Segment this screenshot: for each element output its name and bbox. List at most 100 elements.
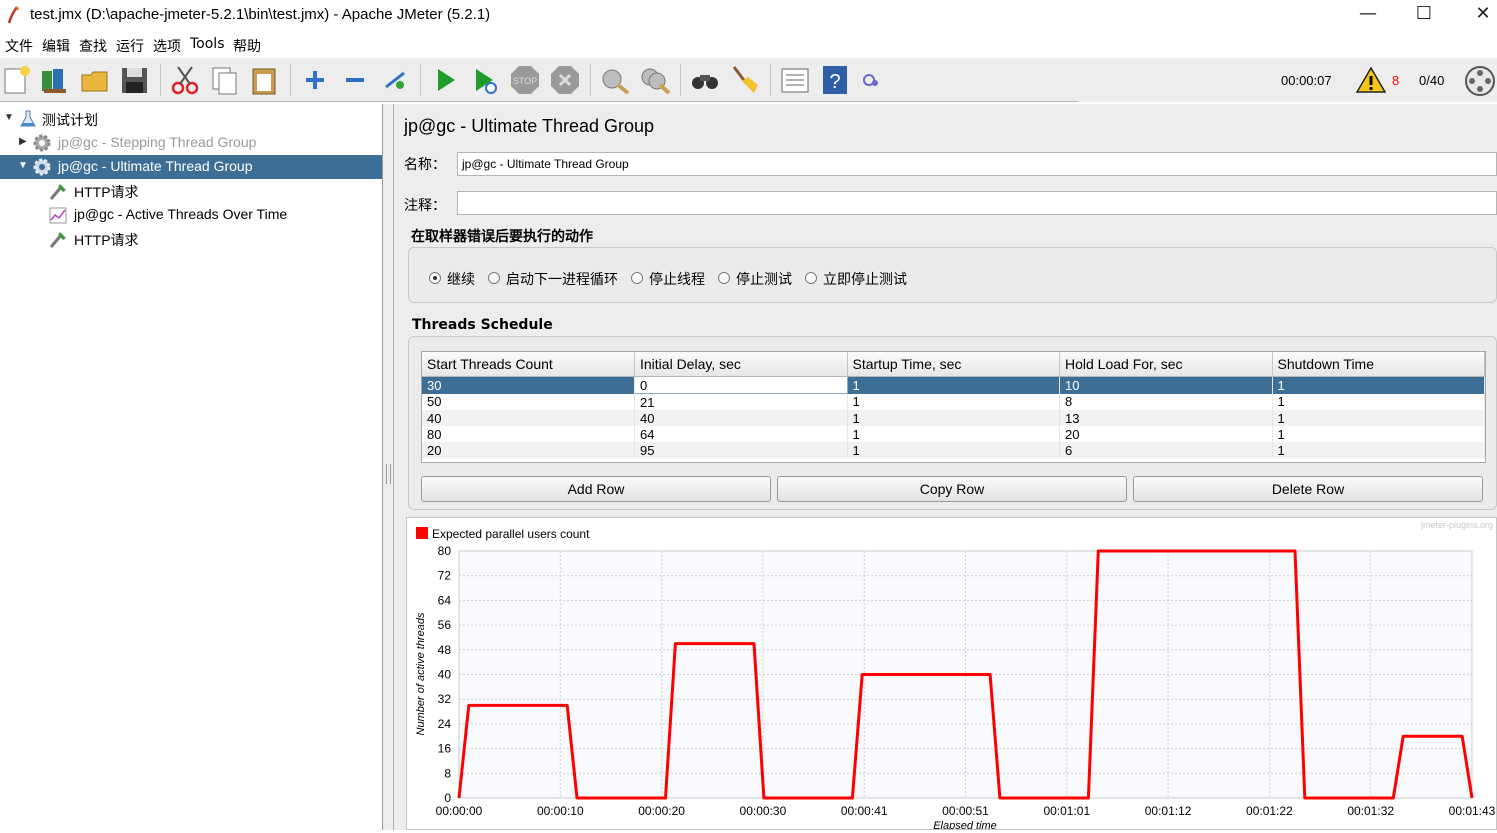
schedule-grid[interactable]: Start Threads Count Initial Delay, sec S… [422,352,1485,458]
table-cell[interactable]: 10 [1059,376,1273,394]
menu-run[interactable]: 运行 [116,36,144,56]
cut-icon[interactable] [168,63,202,97]
stop-icon[interactable]: STOP [508,63,542,97]
table-cell[interactable]: 1 [847,426,1060,442]
table-cell[interactable]: 8 [1059,393,1273,410]
table-cell[interactable]: 6 [1059,442,1273,458]
help-icon[interactable]: ? [818,63,852,97]
table-cell[interactable]: 40 [634,410,848,426]
test-plan-tree: ▼ 测试计划 ▶ jp@gc - Stepping Thread Group ▼… [0,104,383,830]
column-header[interactable]: Hold Load For, sec [1059,352,1273,377]
table-row[interactable]: 50 21 1 8 1 [422,393,1485,410]
table-cell[interactable]: 1 [847,410,1060,426]
search-icon[interactable] [688,63,722,97]
menu-file[interactable]: 文件 [5,36,33,56]
table-cell[interactable]: 0 [634,376,848,394]
table-row[interactable]: 30 0 1 10 1 [422,376,1485,394]
open-icon[interactable] [78,63,112,97]
x-axis-ticks: 00:00:00 00:00:10 00:00:20 00:00:30 00:00:41… [436,804,1496,818]
table-cell[interactable]: 13 [1059,410,1273,426]
copy-row-button[interactable]: Copy Row [777,476,1127,502]
table-row[interactable]: 20 95 1 6 1 [422,442,1485,458]
table-header-row: Start Threads Count Initial Delay, sec S… [422,352,1485,377]
tree-node-stepping-thread-group[interactable]: ▶ jp@gc - Stepping Thread Group [0,131,382,155]
warning-count[interactable]: 8 [1392,73,1399,88]
function-helper-icon[interactable] [778,63,812,97]
sampler-icon [49,184,66,200]
table-cell[interactable]: 50 [422,393,635,410]
add-row-button[interactable]: Add Row [421,476,771,502]
table-cell[interactable]: 20 [1059,426,1273,442]
reset-search-icon[interactable] [728,63,762,97]
radio-unselected-icon[interactable] [631,272,643,284]
start-icon[interactable] [428,63,462,97]
y-axis-ticks: 0 8 16 24 32 40 48 56 64 72 80 [438,544,452,805]
remote-icon[interactable] [855,63,889,97]
templates-icon[interactable] [38,63,72,97]
warning-icon[interactable] [1355,66,1387,94]
new-icon[interactable] [0,63,34,97]
shutdown-icon[interactable] [548,63,582,97]
table-cell[interactable]: 1 [847,442,1060,458]
window-title: test.jmx (D:\apache-jmeter-5.2.1\bin\tes… [30,6,491,23]
table-cell[interactable]: 1 [1272,376,1485,394]
menu-edit[interactable]: 编辑 [42,36,70,56]
column-header[interactable]: Start Threads Count [422,352,635,377]
split-pane-divider[interactable] [383,104,394,830]
radio-unselected-icon[interactable] [805,272,817,284]
table-cell[interactable]: 1 [1272,442,1485,458]
table-row[interactable]: 40 40 1 13 1 [422,410,1485,426]
collapse-arrow-icon[interactable]: ▼ [18,160,28,171]
table-cell[interactable]: 1 [1272,393,1485,410]
menu-bar: 文件 编辑 查找 运行 选项 Tools 帮助 [0,32,1497,56]
start-no-pause-icon[interactable] [468,63,502,97]
column-header[interactable]: Shutdown Time [1272,352,1485,377]
maximize-button[interactable]: ☐ [1396,0,1452,30]
tree-node-test-plan[interactable]: ▼ 测试计划 [0,107,382,131]
menu-search[interactable]: 查找 [79,36,107,56]
table-cell[interactable]: 1 [1272,426,1485,442]
table-cell[interactable]: 21 [634,393,848,410]
tree-node-http-request[interactable]: HTTP请求 [0,227,382,251]
toggle-icon[interactable] [378,63,412,97]
expand-arrow-icon[interactable]: ▶ [19,136,27,147]
clear-icon[interactable] [598,63,632,97]
menu-options[interactable]: 选项 [153,36,181,56]
radio-selected-icon[interactable] [429,272,441,284]
schedule-table[interactable]: Start Threads Count Initial Delay, sec S… [421,351,1486,463]
y-tick-label: 56 [438,618,452,632]
tree-node-active-threads-over-time[interactable]: jp@gc - Active Threads Over Time [0,203,382,227]
chart-svg: 08162432404856647280 00:00:00 00:00:10 00:… [415,520,1496,832]
tree-node-http-request[interactable]: HTTP请求 [0,179,382,203]
delete-row-button[interactable]: Delete Row [1133,476,1483,502]
minimize-button[interactable]: — [1340,0,1396,30]
splitter-grip[interactable] [386,464,391,484]
close-button[interactable]: ✕ [1455,0,1497,30]
column-header[interactable]: Startup Time, sec [847,352,1060,377]
table-cell[interactable]: 1 [847,393,1060,410]
copy-icon[interactable] [208,63,242,97]
collapse-icon[interactable] [338,63,372,97]
save-icon[interactable] [118,63,152,97]
table-row[interactable]: 80 64 1 20 1 [422,426,1485,442]
menu-tools[interactable]: Tools [190,36,225,52]
table-cell[interactable]: 1 [1272,410,1485,426]
tree-node-ultimate-thread-group[interactable]: ▼ jp@gc - Ultimate Thread Group [0,155,382,179]
table-cell[interactable]: 40 [422,410,635,426]
table-cell[interactable]: 80 [422,426,635,442]
clear-all-icon[interactable] [638,63,672,97]
table-cell[interactable]: 1 [847,376,1060,394]
column-header[interactable]: Initial Delay, sec [634,352,848,377]
radio-unselected-icon[interactable] [718,272,730,284]
table-cell[interactable]: 30 [422,376,635,394]
table-cell[interactable]: 64 [634,426,848,442]
menu-help[interactable]: 帮助 [233,36,261,56]
comment-field[interactable] [457,191,1497,215]
table-cell[interactable]: 20 [422,442,635,458]
paste-icon[interactable] [248,63,282,97]
name-field[interactable]: jp@gc - Ultimate Thread Group [457,152,1497,176]
radio-unselected-icon[interactable] [488,272,500,284]
expand-icon[interactable] [298,63,332,97]
table-cell[interactable]: 95 [634,442,848,458]
collapse-arrow-icon[interactable]: ▼ [4,112,14,123]
